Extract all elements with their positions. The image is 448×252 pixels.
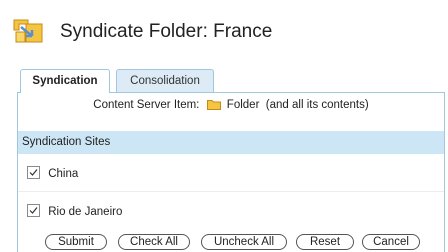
site-checkbox-rio-de-janeiro[interactable] bbox=[27, 204, 40, 217]
syndicate-folder-icon bbox=[12, 18, 44, 44]
site-row-divider bbox=[18, 191, 444, 192]
syndication-sites-header: Syndication Sites bbox=[18, 131, 444, 154]
syndicate-folder-page: Syndicate Folder: France Syndication Con… bbox=[0, 0, 448, 252]
content-server-item-label: Content Server Item: bbox=[93, 99, 200, 111]
tab-consolidation[interactable]: Consolidation bbox=[116, 69, 214, 92]
cancel-button[interactable]: Cancel bbox=[362, 234, 420, 250]
check-all-button[interactable]: Check All bbox=[118, 234, 190, 250]
tab-syndication[interactable]: Syndication bbox=[20, 69, 110, 93]
site-label-china: China bbox=[48, 168, 79, 180]
site-checkbox-china[interactable] bbox=[27, 166, 40, 179]
submit-button[interactable]: Submit bbox=[45, 234, 107, 250]
reset-button[interactable]: Reset bbox=[296, 234, 354, 250]
syndication-panel: Content Server Item: Folder (and all its… bbox=[17, 92, 445, 252]
content-server-item-value: Folder (and all its contents) bbox=[226, 99, 369, 111]
site-row-china[interactable]: China bbox=[27, 166, 78, 182]
page-title: Syndicate Folder: France bbox=[60, 21, 273, 42]
action-button-bar: Submit Check All Uncheck All Reset Cance… bbox=[0, 234, 448, 252]
page-header: Syndicate Folder: France bbox=[0, 0, 448, 62]
content-server-item-row: Content Server Item: Folder (and all its… bbox=[18, 99, 444, 113]
site-label-rio-de-janeiro: Rio de Janeiro bbox=[48, 206, 123, 218]
folder-icon bbox=[206, 99, 221, 113]
site-row-rio-de-janeiro[interactable]: Rio de Janeiro bbox=[27, 204, 122, 220]
uncheck-all-button[interactable]: Uncheck All bbox=[201, 234, 287, 250]
